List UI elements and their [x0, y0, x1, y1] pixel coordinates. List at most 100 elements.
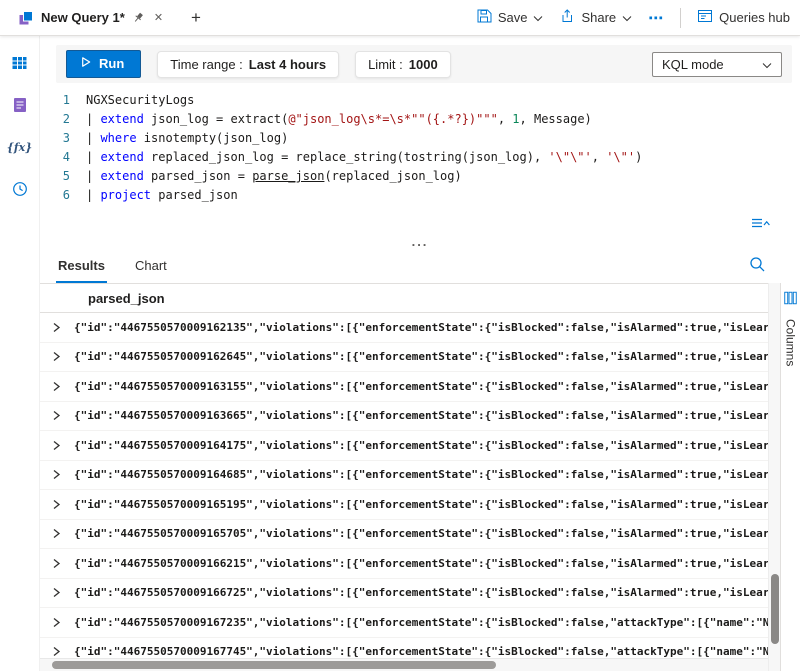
tab-chart[interactable]: Chart — [133, 249, 169, 283]
play-icon — [79, 55, 92, 72]
expand-chevron-icon[interactable] — [52, 528, 61, 539]
columns-pane-label: Columns — [784, 319, 798, 366]
expand-chevron-icon[interactable] — [52, 381, 61, 392]
chevron-down-icon — [762, 57, 772, 72]
row-json-text: {"id":"4467550570009166725","violations"… — [74, 586, 768, 599]
columns-pane-toggle[interactable]: Columns — [780, 283, 800, 671]
row-json-text: {"id":"4467550570009163665","violations"… — [74, 409, 768, 422]
code-line: 3 | where isnotempty(json_log) — [40, 129, 800, 148]
row-json-text: {"id":"4467550570009162135","violations"… — [74, 321, 768, 334]
expand-chevron-icon[interactable] — [52, 351, 61, 362]
new-tab-button[interactable]: + — [185, 7, 207, 28]
expand-chevron-icon[interactable] — [52, 558, 61, 569]
horizontal-scrollbar-thumb[interactable] — [52, 661, 496, 669]
run-button[interactable]: Run — [66, 50, 141, 78]
expand-chevron-icon[interactable] — [52, 322, 61, 333]
code-line: 5 | extend parsed_json = parse_json(repl… — [40, 167, 800, 186]
row-json-text: {"id":"4467550570009166215","violations"… — [74, 557, 768, 570]
row-json-text: {"id":"4467550570009162645","violations"… — [74, 350, 768, 363]
tab-strip: New Query 1* ✕ + — [12, 6, 207, 30]
row-json-text: {"id":"4467550570009164175","violations"… — [74, 439, 768, 452]
top-actions: Save Share ⋯ Queries hub — [476, 8, 790, 28]
query-history-icon[interactable] — [6, 176, 34, 202]
code-line: 4 | extend replaced_json_log = replace_s… — [40, 148, 800, 167]
code-line: 2 | extend json_log = extract(@"json_log… — [40, 110, 800, 129]
expand-chevron-icon[interactable] — [52, 410, 61, 421]
row-json-text: {"id":"4467550570009165195","violations"… — [74, 498, 768, 511]
table-row[interactable]: {"id":"4467550570009164175","violations"… — [40, 431, 768, 461]
top-bar: New Query 1* ✕ + Save Share ⋯ — [0, 0, 800, 36]
table-row[interactable]: {"id":"4467550570009165195","violations"… — [40, 490, 768, 520]
editor-lines: 1 NGXSecurityLogs 2 | extend json_log = … — [40, 91, 800, 205]
share-button[interactable]: Share — [559, 8, 632, 27]
vertical-scrollbar[interactable] — [768, 283, 780, 671]
example-queries-icon[interactable] — [6, 92, 34, 118]
kql-mode-dropdown[interactable]: KQL mode — [652, 52, 782, 77]
columns-icon — [784, 291, 797, 310]
queries-hub-icon — [697, 8, 713, 27]
vertical-scrollbar-thumb[interactable] — [771, 574, 779, 644]
search-icon[interactable] — [749, 256, 766, 273]
table-row[interactable]: {"id":"4467550570009163665","violations"… — [40, 402, 768, 432]
results-rows: {"id":"4467550570009162135","violations"… — [40, 313, 768, 658]
table-row[interactable]: {"id":"4467550570009166725","violations"… — [40, 579, 768, 609]
tables-icon[interactable] — [6, 50, 34, 76]
splitter-handle[interactable]: ... — [40, 235, 800, 249]
line-number: 5 — [40, 167, 86, 186]
row-json-text: {"id":"4467550570009167745","violations"… — [74, 645, 768, 658]
query-workspace: Run Time range : Last 4 hours Limit : 10… — [40, 36, 800, 671]
chevron-down-icon — [622, 10, 632, 25]
expand-chevron-icon[interactable] — [52, 587, 61, 598]
more-options-icon[interactable]: ⋯ — [648, 9, 664, 27]
table-row[interactable]: {"id":"4467550570009166215","violations"… — [40, 549, 768, 579]
table-row[interactable]: {"id":"4467550570009162135","violations"… — [40, 313, 768, 343]
expand-chevron-icon[interactable] — [52, 617, 61, 628]
line-number: 2 — [40, 110, 86, 129]
expand-chevron-icon[interactable] — [52, 499, 61, 510]
functions-icon[interactable]: {fx} — [6, 134, 34, 160]
time-range-picker[interactable]: Time range : Last 4 hours — [157, 51, 339, 78]
pin-icon[interactable] — [132, 11, 145, 24]
results-grid: parsed_json {"id":"4467550570009162135",… — [40, 283, 768, 671]
line-number: 4 — [40, 148, 86, 167]
query-tab[interactable]: New Query 1* ✕ — [12, 6, 171, 30]
table-row[interactable]: {"id":"4467550570009164685","violations"… — [40, 461, 768, 491]
query-file-icon — [18, 10, 34, 26]
table-row[interactable]: {"id":"4467550570009165705","violations"… — [40, 520, 768, 550]
code-line: 1 NGXSecurityLogs — [40, 91, 800, 110]
row-json-text: {"id":"4467550570009163155","violations"… — [74, 380, 768, 393]
chevron-down-icon — [533, 10, 543, 25]
collapse-editor-icon[interactable] — [751, 216, 770, 230]
editor-footer — [40, 211, 800, 235]
code-editor[interactable]: 1 NGXSecurityLogs 2 | extend json_log = … — [40, 91, 800, 211]
expand-chevron-icon[interactable] — [52, 440, 61, 451]
save-icon — [476, 8, 492, 27]
app-root: New Query 1* ✕ + Save Share ⋯ — [0, 0, 800, 671]
line-number: 6 — [40, 186, 86, 205]
expand-chevron-icon[interactable] — [52, 646, 61, 657]
table-row[interactable]: {"id":"4467550570009162645","violations"… — [40, 343, 768, 373]
table-row[interactable]: {"id":"4467550570009163155","violations"… — [40, 372, 768, 402]
limit-picker[interactable]: Limit : 1000 — [355, 51, 451, 78]
row-json-text: {"id":"4467550570009167235","violations"… — [74, 616, 768, 629]
table-row[interactable]: {"id":"4467550570009167235","violations"… — [40, 608, 768, 638]
tab-title: New Query 1* — [41, 10, 125, 25]
tab-results[interactable]: Results — [56, 249, 107, 283]
table-row[interactable]: {"id":"4467550570009167745","violations"… — [40, 638, 768, 659]
expand-chevron-icon[interactable] — [52, 469, 61, 480]
code-line: 6 | project parsed_json — [40, 186, 800, 205]
left-rail: {fx} — [0, 36, 40, 671]
limit-value: 1000 — [409, 57, 438, 72]
save-button[interactable]: Save — [476, 8, 544, 27]
close-tab-icon[interactable]: ✕ — [152, 11, 165, 24]
queries-hub-button[interactable]: Queries hub — [697, 8, 790, 27]
line-number: 1 — [40, 91, 86, 110]
horizontal-scrollbar[interactable] — [40, 658, 768, 671]
row-json-text: {"id":"4467550570009164685","violations"… — [74, 468, 768, 481]
line-number: 3 — [40, 129, 86, 148]
time-range-value: Last 4 hours — [249, 57, 326, 72]
divider — [680, 8, 681, 28]
share-icon — [559, 8, 575, 27]
results-body: parsed_json {"id":"4467550570009162135",… — [40, 283, 800, 671]
column-header-parsed-json[interactable]: parsed_json — [40, 283, 768, 313]
